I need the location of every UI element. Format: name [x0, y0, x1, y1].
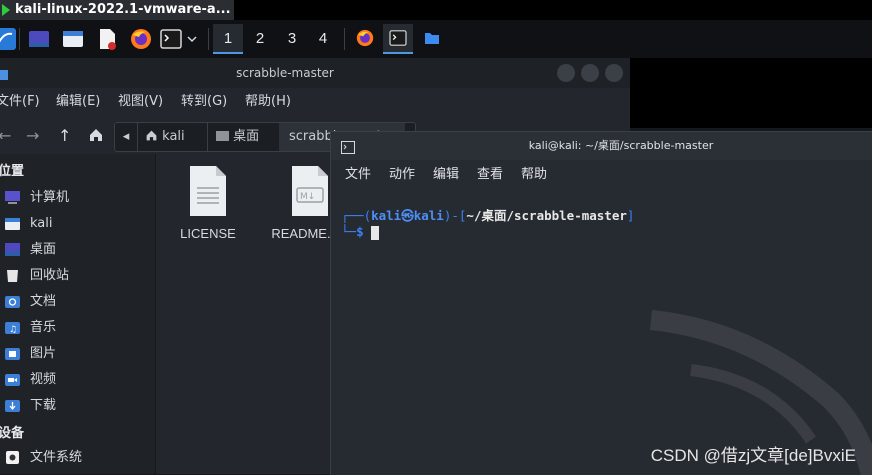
- trash-icon: [7, 270, 18, 282]
- menu-actions[interactable]: 动作: [389, 160, 415, 190]
- file-manager-menubar: 文件(F) 编辑(E) 视图(V) 转到(G) 帮助(H): [0, 88, 630, 116]
- prompt-line-2: └─$: [341, 224, 380, 240]
- vm-running-icon: [2, 4, 10, 16]
- markdown-file-icon: M↓: [292, 166, 328, 216]
- sidebar-item-pictures[interactable]: 图片: [0, 342, 155, 366]
- file-name: LICENSE: [180, 226, 236, 241]
- menu-edit[interactable]: 编辑(E): [56, 88, 100, 116]
- terminal-icon: [389, 30, 407, 46]
- menu-file[interactable]: 文件(F): [0, 88, 40, 116]
- prompt-symbol: ㉿: [401, 208, 414, 223]
- terminal-titlebar[interactable]: kali@kali: ~/桌面/scrabble-master: [331, 132, 872, 160]
- file-manager-titlebar[interactable]: scrabble-master: [0, 58, 630, 88]
- folder-icon: [425, 33, 439, 44]
- csdn-watermark: CSDN @借zj文章[de]BvxiE: [650, 446, 856, 465]
- task-firefox[interactable]: [350, 24, 380, 52]
- chevron-down-icon[interactable]: [182, 26, 202, 52]
- up-arrow-icon[interactable]: ↑: [58, 124, 71, 148]
- file-manager-sidebar: 位置 计算机 kali 桌面 回收站 文档 ♫ 音乐 图片 视频 下载 设备 文…: [0, 154, 156, 474]
- menu-view[interactable]: 查看: [477, 160, 503, 190]
- back-arrow-icon[interactable]: ←: [0, 124, 11, 148]
- sidebar-item-music[interactable]: ♫ 音乐: [0, 316, 155, 340]
- sidebar-item-trash[interactable]: 回收站: [0, 264, 155, 288]
- computer-icon: [5, 191, 20, 204]
- workspace-3[interactable]: 3: [277, 24, 307, 54]
- firefox-icon: [356, 29, 374, 47]
- downloads-folder-icon: [5, 400, 20, 412]
- text-cursor: [371, 225, 380, 240]
- workspace-1[interactable]: 1: [213, 24, 243, 54]
- show-desktop-icon[interactable]: [26, 26, 52, 52]
- vm-tabbar: kali-linux-2022.1-vmware-a...: [0, 0, 872, 20]
- music-folder-icon: ♫: [5, 322, 20, 335]
- prompt-host: kali: [413, 208, 444, 223]
- drive-icon: [6, 451, 19, 464]
- prompt-user: kali: [371, 208, 402, 223]
- vm-tab[interactable]: kali-linux-2022.1-vmware-a...: [0, 0, 234, 20]
- task-terminal[interactable]: [383, 24, 413, 54]
- home-icon[interactable]: [88, 126, 104, 150]
- maximize-button[interactable]: [581, 64, 599, 82]
- menu-help[interactable]: 帮助(H): [245, 88, 291, 116]
- file-item[interactable]: LICENSE: [158, 164, 258, 241]
- home-folder-icon: [5, 218, 20, 230]
- menu-edit[interactable]: 编辑: [433, 160, 459, 190]
- close-button[interactable]: [605, 64, 623, 82]
- terminal-title: kali@kali: ~/桌面/scrabble-master: [528, 139, 714, 152]
- menu-go[interactable]: 转到(G): [181, 88, 227, 116]
- places-header: 位置: [0, 164, 25, 179]
- menu-view[interactable]: 视图(V): [118, 88, 163, 116]
- sidebar-item-filesystem[interactable]: 文件系统: [0, 446, 155, 470]
- sidebar-item-videos[interactable]: 视频: [0, 368, 155, 392]
- panel-separator: [344, 28, 345, 50]
- svg-text:M↓: M↓: [300, 192, 315, 202]
- terminal-menubar: 文件 动作 编辑 查看 帮助: [331, 160, 872, 190]
- sidebar-item-kali[interactable]: kali: [0, 212, 155, 236]
- firefox-icon[interactable]: [128, 26, 154, 52]
- devices-header: 设备: [0, 426, 25, 441]
- terminal-icon[interactable]: [158, 26, 184, 52]
- forward-arrow-icon[interactable]: →: [26, 124, 39, 148]
- text-editor-icon[interactable]: [94, 26, 120, 52]
- panel-separator: [19, 28, 20, 50]
- breadcrumb-kali[interactable]: kali: [145, 123, 195, 151]
- prompt-line-1: ┌──(kali㉿kali)-[~/桌面/scrabble-master]: [341, 208, 635, 223]
- menu-file[interactable]: 文件: [345, 160, 371, 190]
- breadcrumb-left-arrow-icon[interactable]: ◂: [115, 123, 138, 151]
- sidebar-item-desktop[interactable]: 桌面: [0, 238, 155, 262]
- videos-folder-icon: [5, 374, 20, 386]
- svg-text:♫: ♫: [9, 325, 17, 335]
- workspace-2[interactable]: 2: [245, 24, 275, 54]
- menu-help[interactable]: 帮助: [521, 160, 547, 190]
- breadcrumb-desktop[interactable]: 桌面: [207, 123, 286, 151]
- sidebar-item-downloads[interactable]: 下载: [0, 394, 155, 418]
- task-file-manager[interactable]: [417, 24, 447, 52]
- file-manager-icon[interactable]: [60, 26, 86, 52]
- top-panel: 1 2 3 4: [0, 20, 872, 58]
- file-manager-title: scrabble-master: [236, 66, 334, 80]
- terminal-output[interactable]: ┌──(kali㉿kali)-[~/桌面/scrabble-master] └─…: [331, 190, 872, 475]
- terminal-icon: [341, 139, 355, 158]
- home-icon: [146, 130, 157, 141]
- desktop-folder-icon: [5, 243, 20, 256]
- sidebar-item-computer[interactable]: 计算机: [0, 186, 155, 210]
- workspace-4[interactable]: 4: [308, 24, 338, 54]
- prompt-dollar: $: [356, 224, 364, 239]
- documents-folder-icon: [5, 296, 20, 308]
- vm-tab-title: kali-linux-2022.1-vmware-a...: [15, 2, 231, 17]
- text-file-icon: [190, 166, 226, 216]
- kali-menu-icon[interactable]: [0, 26, 18, 52]
- panel-separator: [208, 28, 209, 50]
- desktop-background: [630, 58, 872, 128]
- prompt-path: ~/桌面/scrabble-master: [466, 208, 627, 223]
- minimize-button[interactable]: [557, 64, 575, 82]
- terminal-window: kali@kali: ~/桌面/scrabble-master 文件 动作 编辑…: [330, 131, 872, 475]
- pictures-folder-icon: [5, 348, 20, 360]
- sidebar-item-documents[interactable]: 文档: [0, 290, 155, 314]
- desktop-folder-icon: [216, 131, 229, 141]
